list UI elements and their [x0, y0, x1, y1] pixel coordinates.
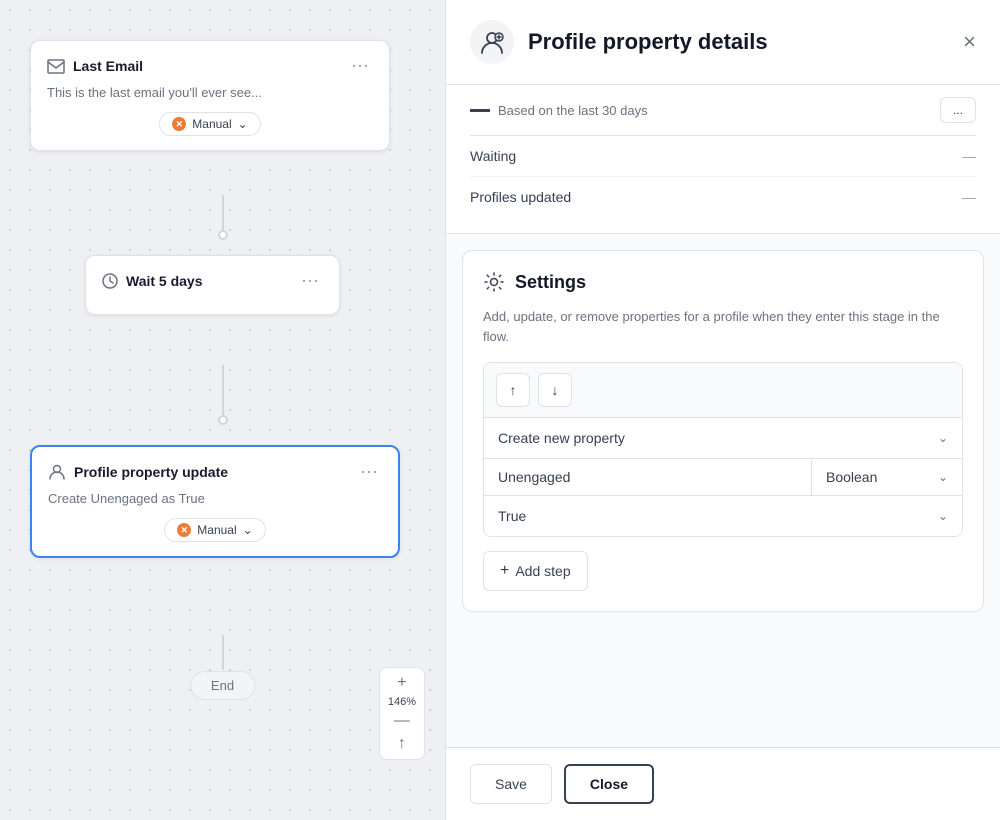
zoom-controls: + 146% — ↑	[379, 667, 425, 760]
wait-node-menu-button[interactable]: ⋯	[297, 270, 323, 292]
profile-orange-dot-icon: ✕	[177, 523, 191, 537]
stats-label: Based on the last 30 days	[470, 103, 648, 118]
clock-icon	[102, 273, 118, 289]
settings-title: Settings	[515, 272, 586, 293]
panel-title-row: Profile property details	[470, 20, 768, 64]
email-badge-label: Manual	[192, 117, 231, 131]
stat-waiting-row: Waiting —	[470, 136, 976, 177]
add-step-label: Add step	[515, 563, 570, 579]
email-node-body: This is the last email you'll ever see..…	[47, 85, 373, 100]
stat-waiting-label: Waiting	[470, 148, 516, 164]
profile-icon	[48, 463, 66, 481]
connector-1	[222, 195, 224, 235]
panel-title: Profile property details	[528, 29, 768, 55]
stats-options-button[interactable]: ...	[940, 97, 976, 123]
email-node-menu-button[interactable]: ⋯	[347, 55, 373, 77]
settings-gear-icon	[483, 271, 505, 293]
zoom-reset-button[interactable]: ↑	[388, 733, 416, 755]
add-step-button[interactable]: + Add step	[483, 551, 588, 591]
email-node-title: Last Email	[73, 58, 143, 74]
stats-top-bar: Based on the last 30 days ...	[470, 85, 976, 136]
stat-profiles-label: Profiles updated	[470, 189, 571, 205]
profile-node-body: Create Unengaged as True	[48, 491, 382, 506]
property-type-dropdown[interactable]: Boolean ⌄	[812, 459, 962, 495]
property-name-input[interactable]	[484, 459, 812, 495]
up-arrow-icon: ↑	[510, 382, 517, 398]
arrow-up-button[interactable]: ↑	[496, 373, 530, 407]
zoom-minus-button[interactable]: —	[388, 710, 416, 732]
panel-close-button[interactable]: ×	[963, 31, 976, 53]
connector-3	[222, 635, 224, 670]
property-value-label: True	[498, 508, 526, 524]
settings-description: Add, update, or remove properties for a …	[483, 307, 963, 346]
email-badge-chevron: ⌄	[238, 117, 248, 131]
profile-node-title: Profile property update	[74, 464, 228, 480]
close-footer-button[interactable]: Close	[564, 764, 654, 804]
stat-profiles-value: —	[962, 189, 976, 205]
down-arrow-icon: ↓	[552, 382, 559, 398]
stats-section: Based on the last 30 days ... Waiting — …	[446, 85, 1000, 234]
email-node: Last Email ⋯ This is the last email you'…	[30, 40, 390, 151]
stats-bar-icon	[470, 109, 490, 112]
stats-bar-label: Based on the last 30 days	[498, 103, 648, 118]
property-dropdown[interactable]: Create new property ⌄	[484, 418, 962, 459]
property-value-dropdown[interactable]: True ⌄	[484, 496, 962, 536]
save-button[interactable]: Save	[470, 764, 552, 804]
right-panel: Profile property details × Based on the …	[445, 0, 1000, 820]
panel-profile-icon	[479, 29, 505, 55]
type-chevron-icon: ⌄	[938, 470, 948, 484]
stat-profiles-row: Profiles updated —	[470, 177, 976, 217]
settings-header: Settings	[483, 271, 963, 293]
zoom-plus-button[interactable]: +	[388, 672, 416, 694]
settings-section: Settings Add, update, or remove properti…	[462, 250, 984, 612]
plus-icon: +	[500, 562, 509, 580]
property-fields: Boolean ⌄	[484, 459, 962, 496]
profile-manual-badge[interactable]: ✕ Manual ⌄	[164, 518, 265, 542]
profile-node: Profile property update ⋯ Create Unengag…	[30, 445, 400, 558]
connector-dot-2	[218, 415, 228, 425]
email-manual-badge[interactable]: ✕ Manual ⌄	[159, 112, 260, 136]
panel-footer: Save Close	[446, 747, 1000, 820]
zoom-level: 146%	[388, 694, 416, 710]
connector-dot-1	[218, 230, 228, 240]
flow-canvas: Last Email ⋯ This is the last email you'…	[0, 0, 445, 820]
value-chevron-icon: ⌄	[938, 509, 948, 523]
connector-2	[222, 365, 224, 420]
property-dropdown-chevron: ⌄	[938, 431, 948, 445]
wait-node: Wait 5 days ⋯	[85, 255, 340, 315]
wait-node-title: Wait 5 days	[126, 273, 203, 289]
orange-dot-icon: ✕	[172, 117, 186, 131]
property-dropdown-label: Create new property	[498, 430, 625, 446]
profile-node-menu-button[interactable]: ⋯	[356, 461, 382, 483]
property-type-label: Boolean	[826, 469, 877, 485]
arrow-down-button[interactable]: ↓	[538, 373, 572, 407]
stat-waiting-value: —	[962, 148, 976, 164]
profile-badge-chevron: ⌄	[243, 523, 253, 537]
property-container: ↑ ↓ Create new property ⌄ Boolean	[483, 362, 963, 537]
panel-header: Profile property details ×	[446, 0, 1000, 85]
end-node: End	[190, 671, 255, 700]
email-icon	[47, 59, 65, 74]
panel-content: Based on the last 30 days ... Waiting — …	[446, 85, 1000, 747]
panel-icon-circle	[470, 20, 514, 64]
profile-badge-label: Manual	[197, 523, 236, 537]
arrow-controls: ↑ ↓	[484, 363, 962, 418]
